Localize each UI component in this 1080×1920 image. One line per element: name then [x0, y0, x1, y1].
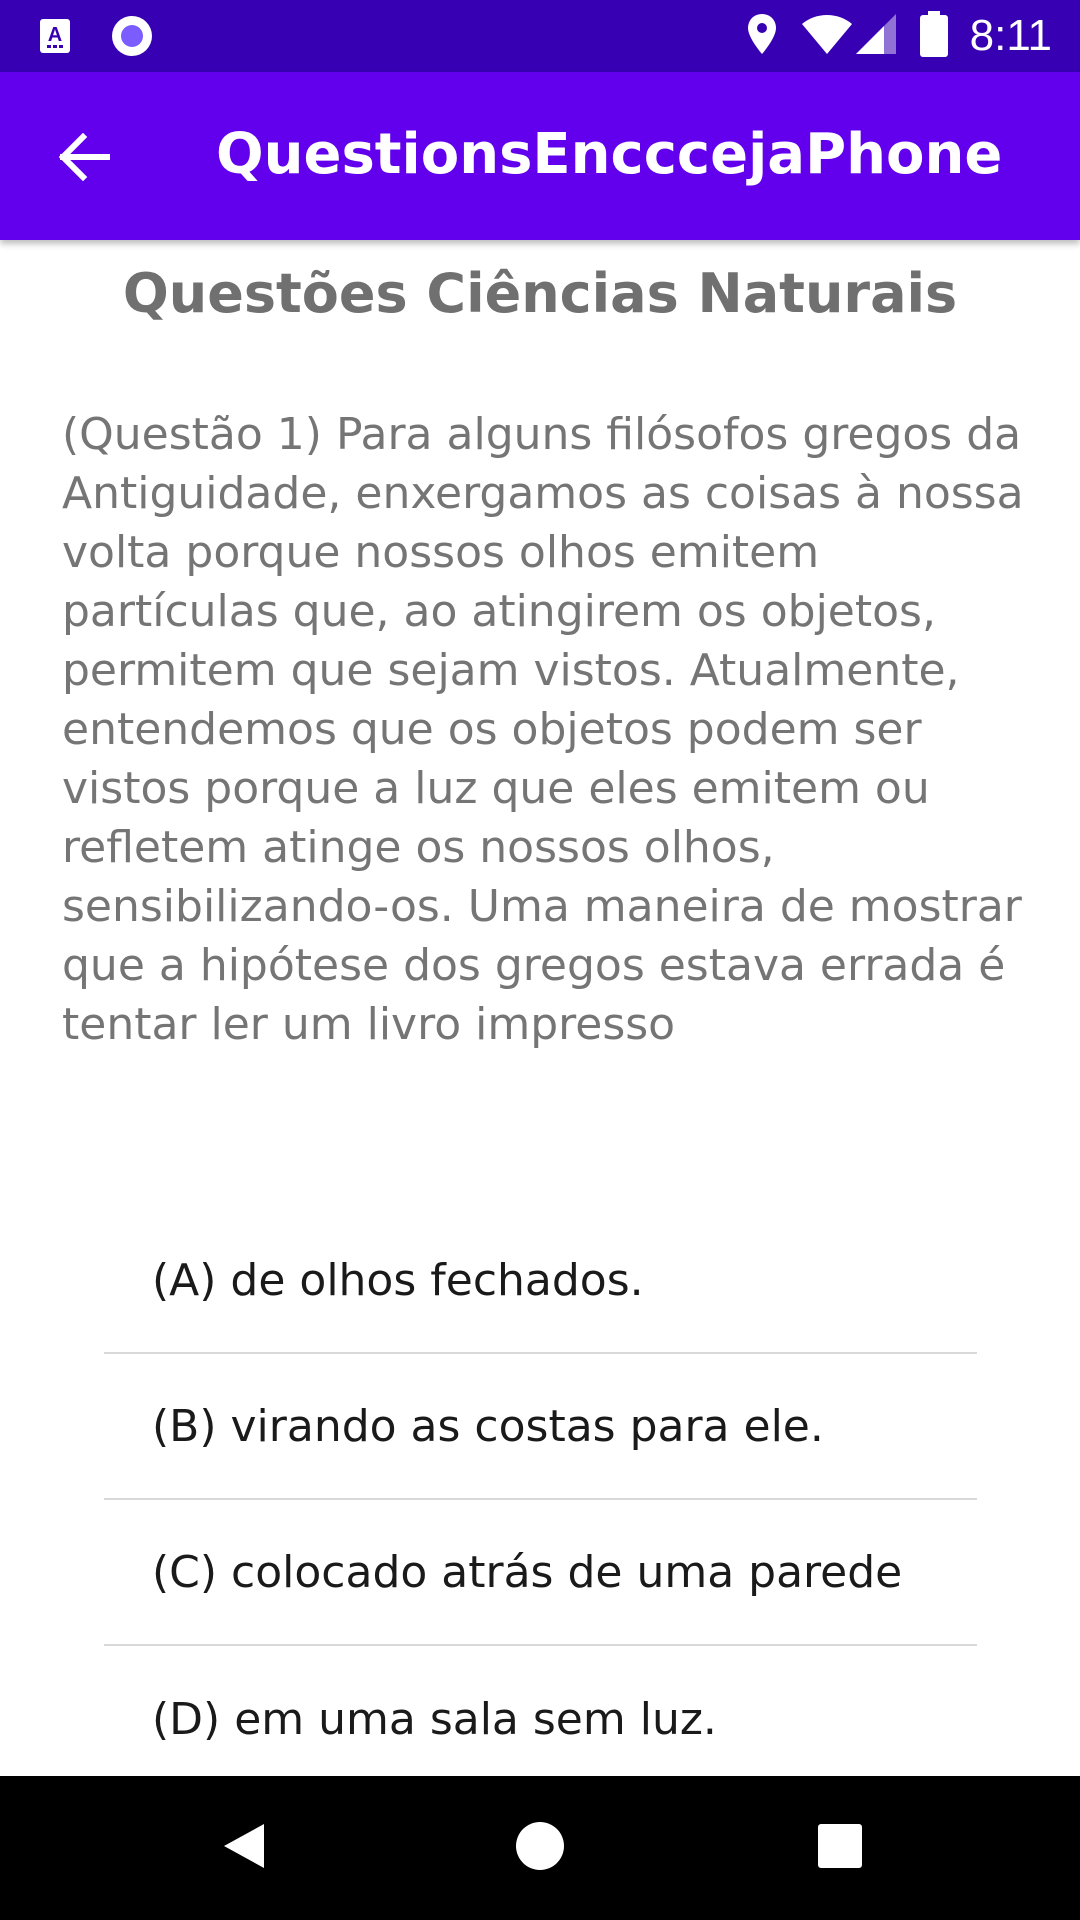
status-left-icons: A	[38, 14, 154, 62]
svg-text:A: A	[48, 24, 62, 46]
navigation-bar	[0, 1776, 1080, 1920]
signal-icon	[854, 12, 898, 60]
nav-back-button[interactable]	[196, 1800, 292, 1896]
battery-icon	[919, 11, 948, 61]
page-title: Questões Ciências Naturais	[122, 262, 958, 325]
status-time: 8:11	[969, 11, 1052, 60]
nav-home-button[interactable]	[492, 1800, 588, 1896]
option-d[interactable]: (D) em uma sala sem luz.	[104, 1646, 977, 1792]
wifi-icon	[800, 12, 854, 60]
option-a[interactable]: (A) de olhos fechados.	[104, 1208, 977, 1354]
record-icon	[110, 14, 154, 62]
option-c[interactable]: (C) colocado atrás de uma parede	[104, 1500, 977, 1646]
app-title: QuestionsEncccejaPhone	[216, 122, 1003, 187]
status-right-icons: 8:11	[746, 8, 1052, 64]
arrow-back-icon	[58, 132, 111, 185]
recents-square-icon	[817, 1823, 863, 1873]
location-icon	[746, 12, 778, 60]
status-bar: A 8:11	[0, 0, 1080, 72]
back-triangle-icon	[220, 1820, 268, 1876]
option-b[interactable]: (B) virando as costas para ele.	[104, 1354, 977, 1500]
text-input-notification-icon: A	[38, 17, 72, 59]
app-bar: QuestionsEncccejaPhone	[0, 72, 1080, 240]
nav-recents-button[interactable]	[792, 1800, 888, 1896]
home-circle-icon	[514, 1820, 566, 1876]
options-list: (A) de olhos fechados. (B) virando as co…	[104, 1208, 977, 1792]
back-button[interactable]	[40, 114, 130, 204]
question-text: (Questão 1) Para alguns filósofos gregos…	[62, 409, 1024, 1050]
